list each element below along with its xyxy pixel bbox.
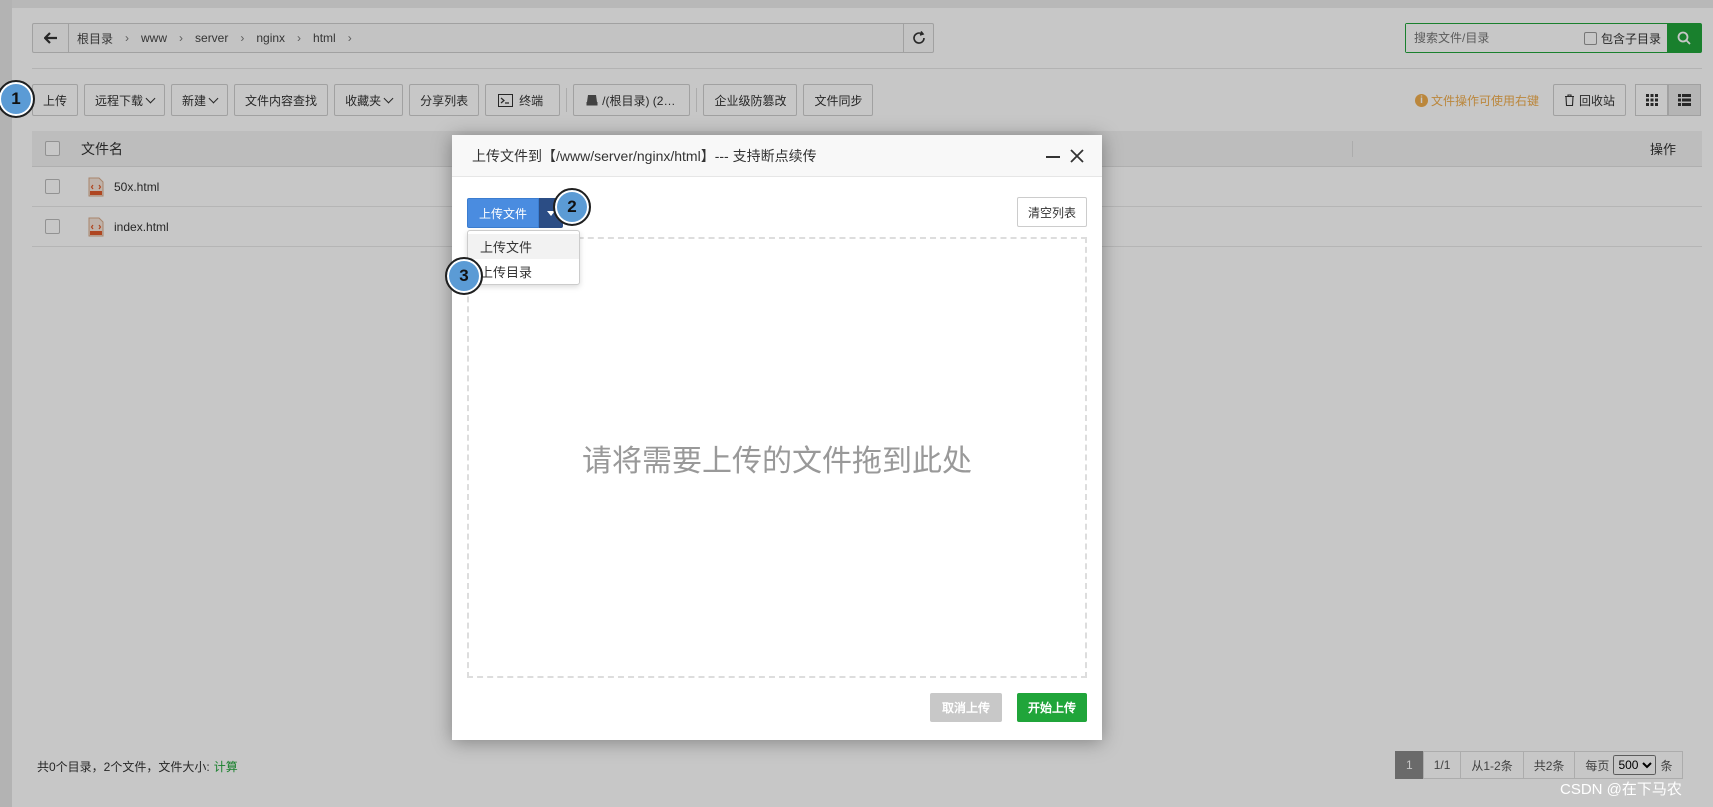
upload-dialog: 上传文件到【/www/server/nginx/html】--- 支持断点续传 … <box>452 135 1102 740</box>
step-marker-3: 3 <box>445 257 483 295</box>
upload-split-button: 上传文件 <box>467 198 564 228</box>
upload-file-button[interactable]: 上传文件 <box>467 198 540 228</box>
menu-item-upload-directory[interactable]: 上传目录 <box>468 259 579 284</box>
step-marker-2: 2 <box>553 188 591 226</box>
dialog-header: 上传文件到【/www/server/nginx/html】--- 支持断点续传 <box>452 135 1102 177</box>
drop-zone-text: 请将需要上传的文件拖到此处 <box>582 443 972 479</box>
upload-dropdown-menu: 上传文件 上传目录 <box>467 230 580 285</box>
dialog-title: 上传文件到【/www/server/nginx/html】--- 支持断点续传 <box>472 147 817 164</box>
minimize-icon[interactable] <box>1046 156 1060 158</box>
clear-list-button[interactable]: 清空列表 <box>1016 197 1087 227</box>
cancel-upload-button[interactable]: 取消上传 <box>929 693 1002 722</box>
menu-item-upload-file[interactable]: 上传文件 <box>468 234 579 259</box>
drop-zone[interactable]: 请将需要上传的文件拖到此处 <box>467 237 1087 678</box>
start-upload-button[interactable]: 开始上传 <box>1016 693 1087 722</box>
watermark: CSDN @在下马农 <box>1560 781 1682 798</box>
close-icon[interactable] <box>1068 147 1086 165</box>
